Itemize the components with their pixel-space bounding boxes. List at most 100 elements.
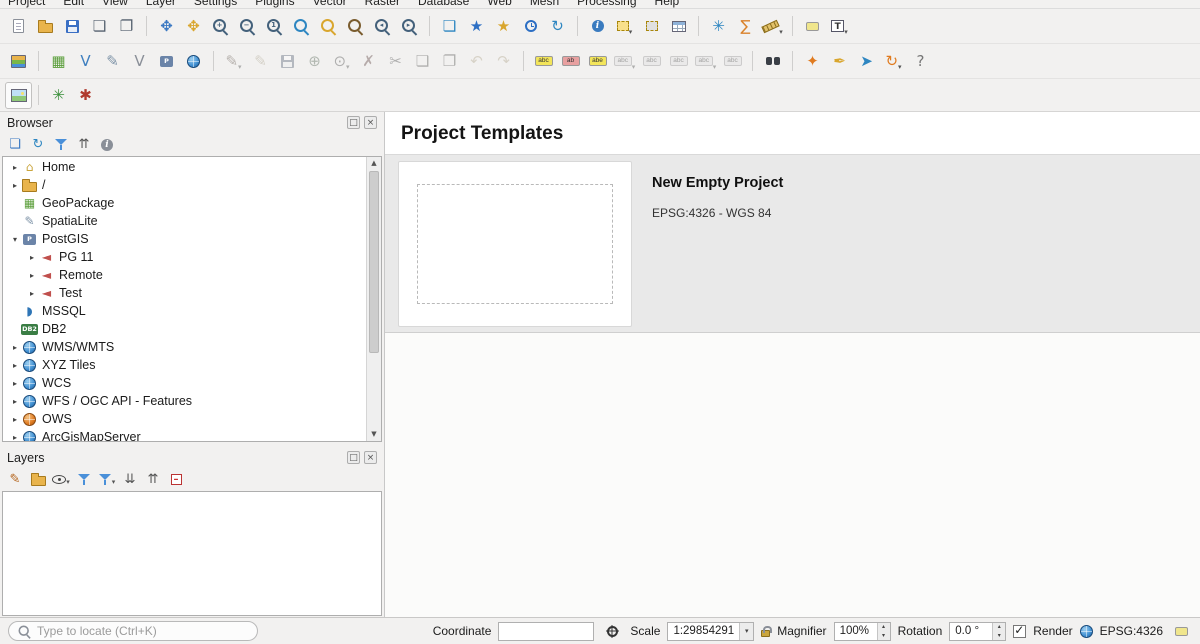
expander-icon[interactable]: ▸ (9, 379, 21, 388)
filter-legend-button[interactable] (73, 469, 95, 490)
menu-database[interactable]: Database (418, 0, 469, 8)
collapse-all-button[interactable]: ⇈ (73, 134, 95, 155)
expander-icon[interactable]: ▸ (26, 253, 38, 262)
remove-layer-button[interactable] (165, 469, 187, 490)
pan-map-button[interactable]: ✥ (153, 13, 180, 40)
text-annotation-button[interactable]: ▾ (826, 13, 853, 40)
new-map-view-button[interactable]: ❏ (436, 13, 463, 40)
help-contents-button[interactable]: ? (907, 48, 934, 75)
rotation-spinner[interactable]: 0.0 ° ▴▾ (949, 622, 1006, 641)
browser-item-test[interactable]: ▸◄Test (3, 284, 366, 302)
scale-combo[interactable]: 1:29854291 ▾ (667, 622, 754, 641)
lock-scale-icon[interactable] (761, 630, 770, 637)
crs-status[interactable]: EPSG:4326 (1100, 624, 1163, 638)
expander-icon[interactable]: ▾ (9, 235, 21, 244)
zoom-out-button[interactable] (234, 13, 261, 40)
spin-up-icon[interactable]: ▴ (993, 623, 1005, 632)
coordinate-input[interactable] (498, 622, 594, 641)
spin-down-icon[interactable]: ▾ (993, 631, 1005, 640)
browser-scrollbar[interactable]: ▲ ▼ (366, 157, 381, 441)
locate-input[interactable] (37, 624, 249, 638)
menu-layer[interactable]: Layer (146, 0, 176, 8)
collapse-all-layers-button[interactable]: ⇈ (142, 469, 164, 490)
add-group-button[interactable] (27, 469, 49, 490)
new-bookmark-button[interactable]: ★ (490, 13, 517, 40)
refresh-map-button[interactable]: ↻ (544, 13, 571, 40)
style-manager-button[interactable]: ✦ (799, 48, 826, 75)
highlight-pinned-labels-button[interactable] (584, 48, 611, 75)
map-image-tool-button[interactable] (5, 82, 32, 109)
change-label-properties-button[interactable] (719, 48, 746, 75)
extents-button[interactable] (601, 620, 623, 642)
save-project-button[interactable] (59, 13, 86, 40)
browser-item-xyz-tiles[interactable]: ▸XYZ Tiles (3, 356, 366, 374)
refresh-browser-button[interactable]: ↻ (27, 134, 49, 155)
current-edits-button[interactable]: ✎▾ (220, 48, 247, 75)
open-project-button[interactable] (32, 13, 59, 40)
paste-features-button[interactable]: ❐ (436, 48, 463, 75)
menu-help[interactable]: Help (655, 0, 680, 8)
browser-item-ows[interactable]: ▸OWS (3, 410, 366, 428)
expander-icon[interactable]: ▸ (9, 415, 21, 424)
browser-item-pg11[interactable]: ▸◄PG 11 (3, 248, 366, 266)
new-virtual-layer-button[interactable]: V (126, 48, 153, 75)
browser-item-db2[interactable]: DB2 (3, 320, 366, 338)
menu-mesh[interactable]: Mesh (530, 0, 559, 8)
browser-item-root[interactable]: ▸/ (3, 176, 366, 194)
browser-item-geopackage[interactable]: ▦GeoPackage (3, 194, 366, 212)
measure-button[interactable]: ▾ (759, 13, 786, 40)
browser-item-postgis[interactable]: ▾PostGIS (3, 230, 366, 248)
zoom-next-button[interactable] (396, 13, 423, 40)
browser-item-wfs-ogc-api[interactable]: ▸WFS / OGC API - Features (3, 392, 366, 410)
open-data-source-manager-button[interactable] (5, 48, 32, 75)
expander-icon[interactable]: ▸ (9, 433, 21, 442)
zoom-last-button[interactable] (369, 13, 396, 40)
plugin-reloader-button[interactable]: ↻▾ (880, 48, 907, 75)
template-new-empty-project[interactable]: New Empty Project EPSG:4326 - WGS 84 (385, 155, 1200, 333)
add-wms-layer-button[interactable] (180, 48, 207, 75)
statistics-summary-button[interactable]: ∑ (732, 13, 759, 40)
show-layout-manager-button[interactable]: ❐ (113, 13, 140, 40)
osm-place-search-button[interactable] (759, 48, 786, 75)
expander-icon[interactable]: ▸ (9, 181, 21, 190)
filter-by-expression-button[interactable]: ▾ (96, 469, 118, 490)
browser-item-arcgis-map-server[interactable]: ▸ArcGisMapServer (3, 428, 366, 441)
close-panel-button[interactable]: × (364, 451, 377, 464)
float-panel-button[interactable]: □ (347, 451, 360, 464)
new-print-layout-button[interactable]: ❏ (86, 13, 113, 40)
new-geopackage-layer-button[interactable]: ▦ (45, 48, 72, 75)
add-selected-layers-button[interactable]: ❏ (4, 134, 26, 155)
locate-box[interactable] (8, 621, 258, 641)
expander-icon[interactable]: ▸ (26, 289, 38, 298)
layer-labeling-button[interactable] (530, 48, 557, 75)
expander-icon[interactable]: ▸ (9, 361, 21, 370)
run-model-button[interactable]: ➤ (853, 48, 880, 75)
cut-features-button[interactable]: ✂ (382, 48, 409, 75)
messages-button[interactable] (1170, 620, 1192, 642)
browser-item-remote[interactable]: ▸◄Remote (3, 266, 366, 284)
vertex-tool-button[interactable]: ⊙▾ (328, 48, 355, 75)
menu-raster[interactable]: Raster (365, 0, 400, 8)
temporal-controller-button[interactable] (517, 13, 544, 40)
close-panel-button[interactable]: × (364, 116, 377, 129)
expand-all-button[interactable]: ⇊ (119, 469, 141, 490)
browser-item-mssql[interactable]: ◗MSSQL (3, 302, 366, 320)
menu-project[interactable]: Project (8, 0, 45, 8)
menu-edit[interactable]: Edit (63, 0, 84, 8)
expander-icon[interactable]: ▸ (9, 343, 21, 352)
select-features-button[interactable]: ▾ (611, 13, 638, 40)
zoom-full-button[interactable] (288, 13, 315, 40)
save-layer-edits-button[interactable] (274, 48, 301, 75)
processing-toolbox-button[interactable]: ✳ (705, 13, 732, 40)
enable-properties-widget-button[interactable] (96, 134, 118, 155)
menu-vector[interactable]: Vector (313, 0, 347, 8)
browser-item-home[interactable]: ▸⌂Home (3, 158, 366, 176)
plugin-tool-1-button[interactable]: ✳ (45, 82, 72, 109)
redo-button[interactable]: ↷ (490, 48, 517, 75)
scroll-up-icon[interactable]: ▲ (367, 157, 381, 170)
rotate-label-button[interactable]: ▾ (692, 48, 719, 75)
scroll-down-icon[interactable]: ▼ (367, 428, 381, 441)
scrollbar-thumb[interactable] (369, 171, 379, 353)
open-attribute-table-button[interactable] (665, 13, 692, 40)
toggle-editing-button[interactable]: ✎ (247, 48, 274, 75)
